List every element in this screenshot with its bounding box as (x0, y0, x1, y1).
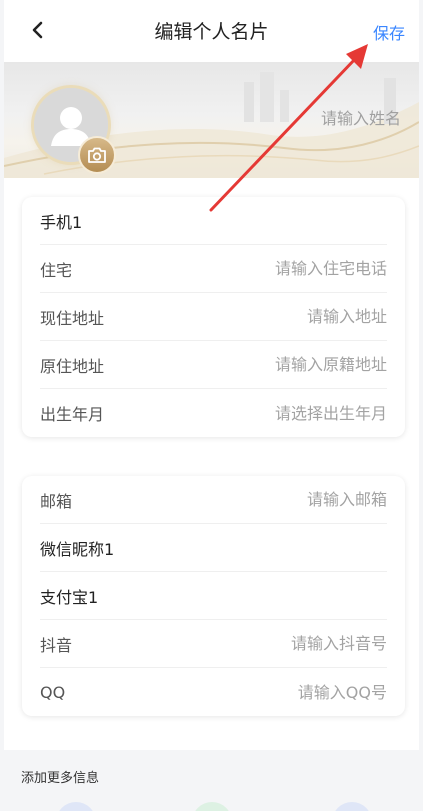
phone-field[interactable] (187, 211, 387, 230)
camera-icon[interactable] (78, 136, 116, 174)
contact-info-card: 手机1 住宅 现住地址 原住地址 出生年月 (22, 197, 405, 437)
header-bar: 编辑个人名片 保存 (4, 0, 419, 62)
alipay-field[interactable] (187, 586, 387, 605)
alipay-row[interactable]: 支付宝1 (40, 572, 387, 620)
phone-row[interactable]: 手机1 (40, 197, 387, 245)
profile-banner (4, 62, 419, 178)
birth-date-picker[interactable] (187, 403, 387, 423)
phone-label: 手机1 (40, 212, 83, 232)
add-more-item-icon[interactable] (56, 802, 96, 811)
douyin-field[interactable] (187, 634, 387, 653)
home-phone-label: 住宅 (40, 260, 73, 280)
birth-date-label: 出生年月 (40, 405, 105, 424)
add-more-section: 添加更多信息 (4, 750, 419, 811)
email-field[interactable] (187, 490, 387, 509)
douyin-row[interactable]: 抖音 (40, 620, 387, 668)
add-more-item-icon[interactable] (192, 802, 232, 811)
email-row[interactable]: 邮箱 (40, 476, 387, 524)
save-button[interactable]: 保存 (373, 20, 405, 44)
social-info-card: 邮箱 微信昵称1 支付宝1 抖音 QQ (22, 476, 405, 716)
qq-field[interactable] (187, 682, 387, 702)
alipay-label: 支付宝1 (40, 587, 99, 607)
origin-address-row[interactable]: 原住地址 (40, 341, 387, 389)
home-phone-field[interactable] (187, 259, 387, 278)
origin-address-label: 原住地址 (40, 356, 105, 376)
origin-address-field[interactable] (187, 355, 387, 374)
qq-label: QQ (40, 682, 66, 702)
current-address-label: 现住地址 (40, 308, 105, 328)
name-input[interactable] (181, 109, 401, 128)
current-address-field[interactable] (187, 307, 387, 326)
home-phone-row[interactable]: 住宅 (40, 245, 387, 293)
douyin-label: 抖音 (40, 635, 73, 655)
qq-row[interactable]: QQ (40, 668, 387, 716)
email-label: 邮箱 (40, 491, 73, 511)
page-title: 编辑个人名片 (154, 21, 269, 43)
wechat-row[interactable]: 微信昵称1 (40, 524, 387, 572)
add-more-title: 添加更多信息 (21, 771, 100, 786)
add-more-item-icon[interactable] (332, 802, 372, 811)
wechat-label: 微信昵称1 (40, 539, 115, 559)
current-address-row[interactable]: 现住地址 (40, 293, 387, 341)
wechat-field[interactable] (187, 538, 387, 557)
edit-card-page: 编辑个人名片 保存 手机1 (4, 0, 419, 811)
birth-date-row[interactable]: 出生年月 (40, 389, 387, 437)
